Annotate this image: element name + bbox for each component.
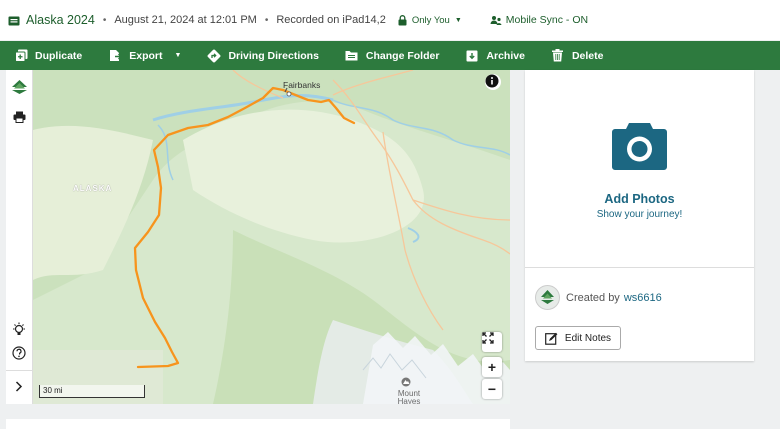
help-icon	[12, 345, 26, 365]
sync-users-icon	[490, 15, 502, 26]
action-toolbar: Duplicate Export ▼ Driving Directions Ch…	[0, 41, 780, 70]
delete-label: Delete	[571, 49, 604, 62]
creator-username-link[interactable]: ws6616	[624, 292, 662, 304]
region-label-alaska: ALASKA	[73, 184, 113, 193]
map-scale-bar: 30 mi	[39, 385, 145, 398]
map-info-button[interactable]	[485, 74, 501, 90]
city-label-fairbanks: Fairbanks	[283, 80, 321, 90]
scale-label: 30 mi	[43, 386, 63, 395]
tips-button[interactable]	[10, 322, 28, 342]
expand-rail-button[interactable]	[10, 379, 28, 397]
mountain-label-hayes: Mount Hayes	[397, 389, 421, 405]
add-photos-area[interactable]: Add Photos Show your journey!	[525, 70, 754, 268]
trash-icon	[551, 49, 565, 63]
created-by-label: Created by	[566, 291, 620, 304]
edit-notes-button[interactable]: Edit Notes	[535, 326, 621, 350]
directions-icon	[207, 49, 221, 63]
chevron-right-icon	[15, 379, 23, 397]
route-header: Alaska 2024 • August 21, 2024 at 12:01 P…	[0, 0, 780, 40]
driving-directions-button[interactable]: Driving Directions	[207, 41, 319, 70]
lightbulb-icon	[12, 322, 26, 342]
export-icon	[108, 49, 122, 63]
map-canvas	[33, 70, 510, 404]
archive-label: Archive	[486, 49, 525, 62]
folder-icon	[8, 15, 20, 26]
edit-notes-label: Edit Notes	[564, 332, 612, 344]
duplicate-button[interactable]: Duplicate	[14, 41, 82, 70]
chevron-down-icon: ▼	[454, 16, 462, 24]
sync-label: Mobile Sync - ON	[505, 14, 589, 26]
recorded-device: Recorded on iPad14,2	[276, 14, 386, 26]
change-folder-button[interactable]: Change Folder	[345, 41, 440, 70]
plus-icon: +	[487, 359, 497, 375]
export-label: Export	[129, 49, 163, 62]
zoom-out-button[interactable]: −	[482, 379, 502, 399]
add-photos-title[interactable]: Add Photos	[525, 192, 754, 206]
route-date: August 21, 2024 at 12:01 PM	[114, 14, 257, 26]
add-photos-subtitle: Show your journey!	[596, 209, 683, 220]
route-map[interactable]: Fairbanks ALASKA Mount Hayes + − 30 mi	[33, 70, 510, 404]
mobile-sync-status[interactable]: Mobile Sync - ON	[490, 14, 588, 26]
duplicate-label: Duplicate	[35, 49, 83, 62]
created-by: Created by ws6616	[535, 285, 662, 310]
export-dropdown[interactable]: Export ▼	[108, 41, 181, 70]
route-title[interactable]: Alaska 2024	[26, 13, 95, 27]
directions-label: Driving Directions	[228, 49, 319, 62]
archive-icon	[465, 49, 479, 63]
bottom-card	[6, 419, 510, 429]
duplicate-icon	[14, 49, 28, 63]
lock-icon	[398, 14, 407, 26]
archive-button[interactable]: Archive	[465, 41, 525, 70]
zoom-in-button[interactable]: +	[482, 357, 502, 377]
layers-icon	[11, 79, 28, 100]
print-icon	[13, 110, 26, 128]
help-button[interactable]	[10, 345, 28, 365]
print-button[interactable]	[10, 110, 28, 128]
folder-icon	[345, 49, 359, 63]
camera-icon	[611, 119, 668, 176]
privacy-label: Only You	[411, 14, 450, 26]
fullscreen-button[interactable]	[482, 332, 502, 352]
minus-icon: −	[487, 381, 497, 397]
change-folder-label: Change Folder	[365, 49, 440, 62]
map-layers-button[interactable]	[10, 79, 28, 100]
route-details-panel: Add Photos Show your journey! Created by…	[525, 70, 754, 361]
chevron-down-icon: ▼	[174, 52, 182, 59]
delete-button[interactable]: Delete	[551, 41, 604, 70]
map-left-rail	[6, 70, 33, 404]
edit-icon	[545, 332, 558, 345]
avatar[interactable]	[535, 285, 560, 310]
privacy-dropdown[interactable]: Only You ▼	[398, 15, 462, 26]
